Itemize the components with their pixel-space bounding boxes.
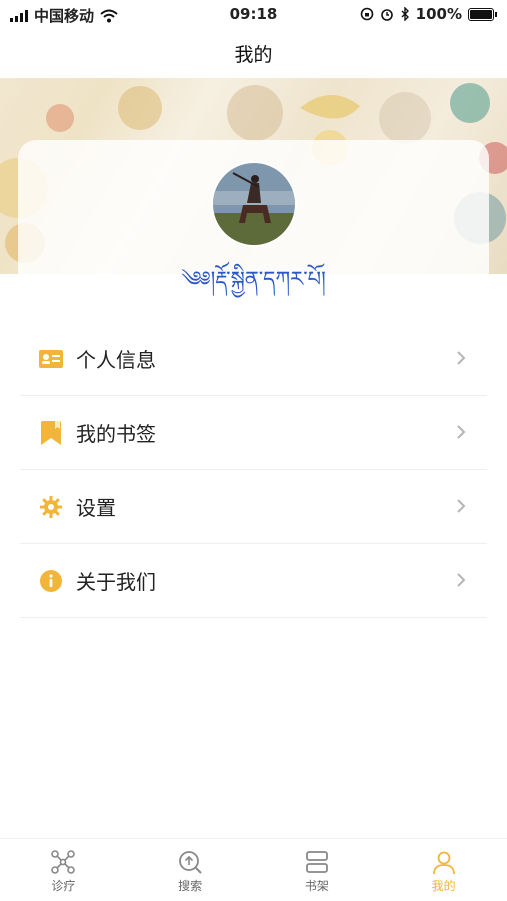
menu-item-settings[interactable]: 设置 — [20, 470, 487, 544]
bluetooth-icon — [401, 7, 409, 21]
gear-icon — [39, 495, 63, 519]
bottom-tab-bar: 诊疗 搜索 书架 我的 — [0, 838, 507, 901]
battery-icon — [468, 7, 494, 21]
chevron-right-icon — [457, 573, 466, 587]
person-icon — [432, 851, 455, 875]
avatar[interactable] — [211, 161, 297, 247]
tab-mine[interactable]: 我的 — [380, 839, 507, 901]
tab-label: 我的 — [431, 879, 456, 893]
menu-item-label: 设置 — [76, 496, 116, 520]
page-title: 我的 — [234, 43, 273, 66]
chevron-right-icon — [457, 351, 466, 365]
navigation-bar: 我的 — [0, 28, 507, 78]
tab-bookshelf[interactable]: 书架 — [254, 839, 381, 901]
network-icon — [51, 850, 76, 874]
menu-item-label: 个人信息 — [76, 348, 156, 372]
username: ༄༅།རྡོ་སྐྱིན་དཀར་པོ། — [181, 267, 326, 291]
info-icon — [39, 569, 63, 593]
status-right: 100% — [360, 5, 497, 23]
menu-item-label: 关于我们 — [76, 570, 156, 594]
profile-menu: 个人信息 我的书签 设置 关于我们 — [20, 322, 487, 618]
menu-item-label: 我的书签 — [76, 422, 156, 446]
tab-diagnosis[interactable]: 诊疗 — [0, 839, 127, 901]
menu-item-about-us[interactable]: 关于我们 — [20, 544, 487, 618]
menu-item-personal-info[interactable]: 个人信息 — [20, 322, 487, 396]
tab-label: 搜索 — [178, 879, 203, 893]
search-icon — [179, 851, 202, 874]
bookmark-icon — [39, 420, 63, 445]
battery-percent: 100% — [415, 5, 462, 23]
status-bar: 中国移动 09:18 100% — [0, 0, 507, 28]
lock-rotation-icon — [360, 7, 373, 21]
profile-header: ༄༅།རྡོ་སྐྱིན་དཀར་པོ། — [0, 78, 507, 322]
chevron-right-icon — [457, 499, 466, 513]
id-card-icon — [39, 347, 63, 371]
tab-search[interactable]: 搜索 — [127, 839, 254, 901]
menu-item-bookmarks[interactable]: 我的书签 — [20, 396, 487, 470]
bookshelf-icon — [305, 851, 328, 873]
alarm-icon — [380, 9, 393, 21]
tab-label: 书架 — [304, 879, 329, 893]
tab-label: 诊疗 — [51, 879, 76, 893]
chevron-right-icon — [457, 425, 466, 439]
